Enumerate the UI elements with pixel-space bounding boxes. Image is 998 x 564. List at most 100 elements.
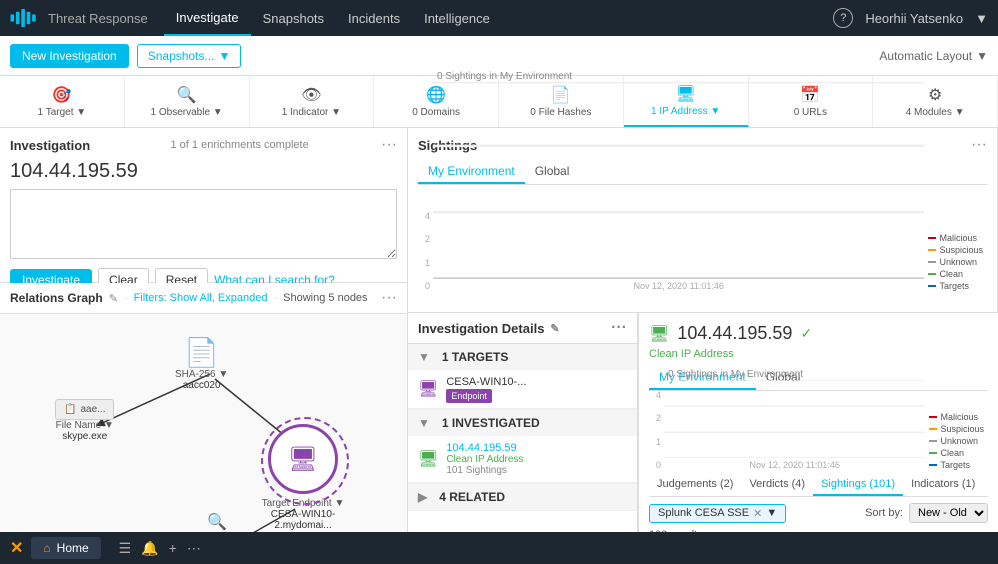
snapshots-chevron: ▼	[218, 49, 230, 63]
inv-details-title: Investigation Details	[418, 321, 544, 336]
investigated-section: ▼ 1 INVESTIGATED 🖥 104.44.195.59 Clean I…	[408, 410, 637, 484]
investigated-header[interactable]: ▼ 1 INVESTIGATED	[408, 410, 637, 436]
app-name: Threat Response	[48, 11, 148, 26]
node-sha256[interactable]: 📄 SHA-256 ▼ aacc020	[175, 336, 228, 391]
nav-investigate[interactable]: Investigate	[164, 0, 251, 36]
target-endpoint-icon: 🖥	[288, 445, 318, 474]
relations-more[interactable]: ···	[381, 289, 397, 307]
investigation-box: Investigation 1 of 1 enrichments complet…	[0, 128, 407, 283]
target-circle: 🖥	[268, 424, 338, 494]
taskbar-home-button[interactable]: ⌂ Home	[31, 537, 100, 559]
sightings-chart-area: 4 2 1 0 0 Sightings in My Environment	[418, 191, 987, 291]
taskbar-bell-icon[interactable]: 🔔	[141, 540, 158, 557]
bottom-section: Investigation Details ✎ ··· ▼ 1 TARGETS …	[408, 313, 998, 564]
filter-label: Splunk CESA SSE	[658, 507, 749, 519]
filter-chevron[interactable]: ▼	[766, 507, 777, 519]
tab-verdicts[interactable]: Verdicts (4)	[741, 474, 813, 496]
observable-icon: 🔍	[177, 85, 197, 105]
user-chevron[interactable]: ▼	[975, 11, 988, 26]
indicator-icon: 👁	[301, 85, 321, 105]
snapshots-button[interactable]: Snapshots... ▼	[137, 44, 242, 68]
node-target-sublabel: CESA-WIN10-2.mydomai...	[258, 509, 348, 531]
investigated-item[interactable]: 🖥 104.44.195.59 Clean IP Address 101 Sig…	[408, 436, 637, 483]
node-sha256-sublabel: aacc020	[183, 380, 221, 391]
nav-items: Investigate Snapshots Incidents Intellig…	[164, 0, 502, 36]
inv-details-more[interactable]: ···	[611, 319, 627, 337]
target-icon: 🎯	[52, 85, 72, 105]
separator: ·	[124, 292, 128, 304]
taskbar-more-icon[interactable]: ⋯	[187, 540, 201, 557]
target-item-cesa[interactable]: 🖥 CESA-WIN10-... Endpoint	[408, 370, 637, 409]
relations-showing: Showing 5 nodes	[283, 292, 367, 304]
node-target-endpoint[interactable]: 🖥 Target Endpoint ▼ CESA-WIN10-2.mydomai…	[258, 424, 348, 531]
investigation-textarea[interactable]	[10, 189, 397, 259]
related-collapse-icon: ▶	[418, 490, 427, 504]
new-investigation-button[interactable]: New Investigation	[10, 44, 129, 68]
detail-chart-y-labels: 4 2 1 0	[649, 390, 664, 470]
filename-badge: aae...	[80, 404, 105, 415]
node-filename[interactable]: 📋 aae... File Name ▼ skype.exe	[55, 399, 114, 442]
sort-label: Sort by:	[865, 507, 903, 519]
taskbar-plus-icon[interactable]: +	[169, 540, 177, 557]
top-nav: Threat Response Investigate Snapshots In…	[0, 0, 998, 36]
investigated-count: 1 INVESTIGATED	[442, 416, 540, 430]
auto-layout-label: Automatic Layout	[879, 49, 972, 63]
cat-observable-label: 1 Observable ▼	[151, 107, 223, 118]
targets-collapse-icon: ▼	[418, 350, 430, 364]
sightings-filter: Splunk CESA SSE ✕ ▼ Sort by: New - Old O…	[649, 503, 988, 523]
tab-indicators[interactable]: Indicators (1)	[903, 474, 983, 496]
cat-target[interactable]: 🎯 1 Target ▼	[0, 76, 125, 127]
sightings-more[interactable]: ···	[971, 136, 987, 154]
investigation-more[interactable]: ···	[381, 136, 397, 154]
relations-canvas: 📄 SHA-256 ▼ aacc020 📋 aae... File Name ▼…	[0, 314, 407, 564]
auto-layout-chevron: ▼	[976, 49, 988, 63]
tab-judgements[interactable]: Judgements (2)	[649, 474, 741, 496]
separator2: ·	[273, 292, 277, 304]
node-sha256-label: SHA-256 ▼	[175, 369, 228, 380]
inv-details-left: Investigation Details ✎ ··· ▼ 1 TARGETS …	[408, 313, 638, 564]
left-panel: Investigation 1 of 1 enrichments complet…	[0, 128, 408, 564]
auto-layout[interactable]: Automatic Layout ▼	[879, 49, 988, 63]
detail-ip: 104.44.195.59	[677, 323, 792, 344]
investigated-status: Clean IP Address	[446, 454, 523, 465]
cat-indicator[interactable]: 👁 1 Indicator ▼	[250, 76, 375, 127]
edit-link-icon[interactable]: ✎	[109, 292, 118, 305]
inv-details-header: Investigation Details ✎ ···	[408, 313, 637, 344]
username: Heorhii Yatsenko	[865, 11, 963, 26]
chart-y-labels: 4 2 1 0	[418, 211, 433, 291]
judgements-tabs: Judgements (2) Verdicts (4) Sightings (1…	[649, 474, 988, 497]
help-button[interactable]: ?	[833, 8, 853, 28]
relations-title: Relations Graph	[10, 291, 103, 305]
tab-sightings-detail[interactable]: Sightings (101)	[813, 474, 903, 496]
taskbar-hamburger[interactable]: ☰	[119, 540, 132, 557]
check-icon: ✓	[800, 325, 812, 342]
taskbar-x-icon[interactable]: ✕	[10, 538, 23, 558]
toolbar: New Investigation Snapshots... ▼ Automat…	[0, 36, 998, 76]
nav-snapshots[interactable]: Snapshots	[251, 0, 336, 36]
detail-chart-area: 4 2 1 0 0 Sightings in My Environment	[649, 395, 988, 470]
related-section: ▶ 4 RELATED	[408, 484, 637, 511]
relations-box: Relations Graph ✎ · Filters: Show All, E…	[0, 283, 407, 564]
sort-select[interactable]: New - Old Old - New	[909, 503, 988, 523]
target-item-icon: 🖥	[418, 379, 438, 399]
filter-x-icon[interactable]: ✕	[753, 507, 762, 520]
investigated-sightings: 101 Sightings	[446, 465, 523, 476]
investigated-collapse-icon: ▼	[418, 416, 430, 430]
sightings-timestamp: Nov 12, 2020 11:01:46	[433, 281, 924, 291]
clean-label: Clean IP Address	[649, 348, 988, 360]
home-label: Home	[57, 541, 89, 555]
investigation-subtitle: 1 of 1 enrichments complete	[171, 139, 309, 151]
ip-header: 🖥 104.44.195.59 ✓	[649, 323, 988, 344]
cat-observable[interactable]: 🔍 1 Observable ▼	[125, 76, 250, 127]
sightings-chart-svg	[433, 82, 924, 279]
nav-incidents[interactable]: Incidents	[336, 0, 412, 36]
related-header[interactable]: ▶ 4 RELATED	[408, 484, 637, 510]
taskbar: ✕ ⌂ Home ☰ 🔔 + ⋯	[0, 532, 998, 564]
taskbar-actions: ☰ 🔔 + ⋯	[119, 540, 201, 557]
relations-filters[interactable]: Filters: Show All, Expanded	[134, 292, 268, 304]
main-content: Investigation 1 of 1 enrichments complet…	[0, 128, 998, 564]
relations-header: Relations Graph ✎ · Filters: Show All, E…	[0, 283, 407, 314]
inv-details-edit[interactable]: ✎	[550, 322, 559, 335]
nav-intelligence[interactable]: Intelligence	[412, 0, 502, 36]
targets-header[interactable]: ▼ 1 TARGETS	[408, 344, 637, 370]
